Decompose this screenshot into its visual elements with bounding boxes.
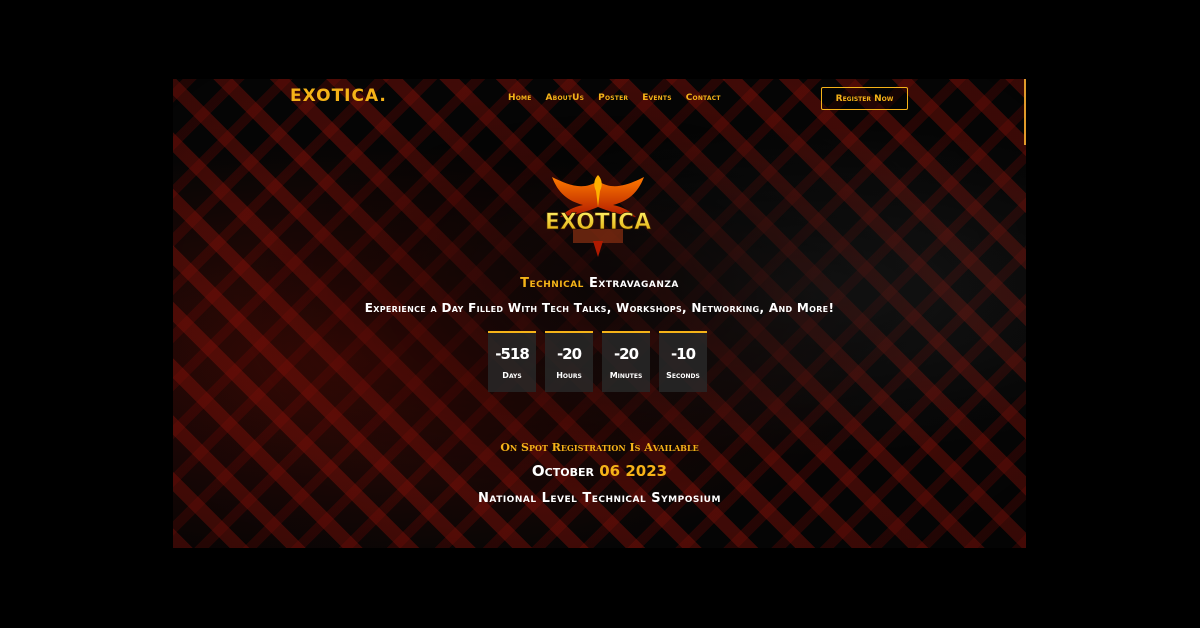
symposium-title: National Level Technical Symposium: [478, 491, 721, 506]
event-date-month: October: [531, 462, 594, 480]
countdown-label: Hours: [556, 371, 582, 380]
countdown-value: -10: [670, 345, 696, 363]
tagline: Technical Extravaganza: [173, 276, 1026, 291]
countdown-label: Seconds: [666, 371, 700, 380]
countdown-label: Minutes: [609, 371, 643, 380]
exotica-phoenix-logo: EXOTICA: [544, 175, 652, 257]
countdown-value: -20: [556, 345, 582, 363]
logo-wordmark: EXOTICA: [545, 210, 651, 235]
countdown-seconds: -10 Seconds: [659, 331, 707, 392]
hero-section: EXOTICA. Home AboutUs Poster Events Cont…: [173, 79, 1026, 548]
event-date-number: 06 2023: [599, 462, 668, 480]
main-nav: Home AboutUs Poster Events Contact: [508, 93, 721, 103]
countdown-value: -518: [495, 345, 530, 363]
nav-contact[interactable]: Contact: [686, 93, 721, 103]
nav-events[interactable]: Events: [642, 93, 672, 103]
scrollbar[interactable]: [1024, 79, 1026, 145]
countdown-days: -518 Days: [488, 331, 536, 392]
register-now-button[interactable]: Register Now: [821, 87, 908, 110]
tagline-rest: Extravaganza: [588, 276, 679, 291]
nav-home[interactable]: Home: [508, 93, 532, 103]
countdown: -518 Days -20 Hours -20 Minutes -10 Seco…: [488, 331, 707, 392]
subline: Experience a Day Filled With Tech Talks,…: [364, 301, 835, 315]
countdown-hours: -20 Hours: [545, 331, 593, 392]
tagline-accent: Technical: [520, 276, 584, 291]
countdown-label: Days: [502, 371, 522, 380]
onspot-registration-note: On Spot Registration Is Available: [500, 441, 699, 454]
countdown-value: -20: [613, 345, 639, 363]
countdown-minutes: -20 Minutes: [602, 331, 650, 392]
nav-about-us[interactable]: AboutUs: [546, 93, 585, 103]
nav-poster[interactable]: Poster: [598, 93, 628, 103]
brand-logo[interactable]: EXOTICA.: [290, 86, 387, 106]
event-date: October 06 2023: [173, 462, 1026, 480]
